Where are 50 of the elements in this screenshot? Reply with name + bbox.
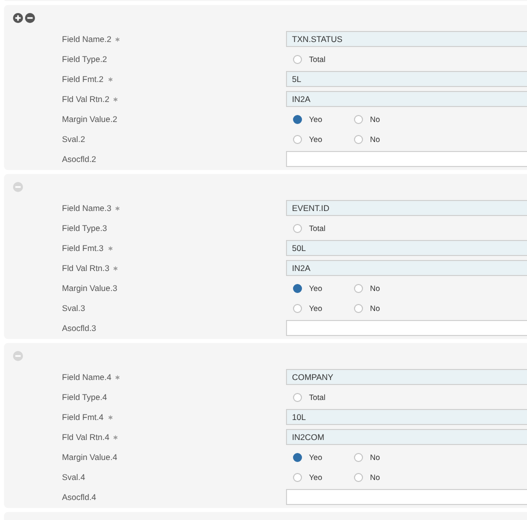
field-label: Field Name.3 (62, 203, 112, 213)
radio-button[interactable] (293, 452, 302, 462)
radio-button[interactable] (293, 304, 302, 312)
field-label: Field Name.2 (62, 34, 112, 44)
field-label: Asocfld.3 (62, 323, 96, 333)
field-label: Asocfld.4 (62, 492, 96, 502)
text-field[interactable]: IN2A (286, 260, 527, 276)
input-field[interactable] (286, 151, 527, 167)
field-label: Sval.3 (62, 303, 86, 313)
field-label: Field Name.4 (62, 372, 112, 382)
text-field[interactable]: 50L (286, 240, 527, 256)
field-label: Margin Value.2 (62, 114, 118, 124)
field-label: Field Fmt.4 (62, 412, 104, 422)
remove-icon[interactable] (25, 13, 35, 23)
field-label: Field Fmt.2 (62, 74, 104, 84)
field-label: Fld Val Rtn.4 (62, 432, 110, 442)
text-field[interactable]: IN2COM (286, 429, 527, 445)
radio-button[interactable] (354, 472, 363, 482)
field-label: Field Type.4 (62, 392, 108, 402)
field-label: Margin Value.4 (62, 452, 118, 462)
radio-button[interactable] (293, 134, 302, 144)
radio-button[interactable] (354, 284, 363, 292)
text-field[interactable]: TXN.STATUS (286, 31, 527, 47)
radio-button[interactable] (293, 224, 302, 232)
text-field[interactable]: COMPANY (286, 369, 527, 385)
radio-button[interactable] (293, 392, 302, 402)
field-label: Sval.2 (62, 134, 86, 144)
field-label: Fld Val Rtn.2 (62, 94, 110, 104)
text-field[interactable]: 5L (286, 71, 527, 87)
input-field[interactable] (286, 320, 527, 336)
field-label: Field Fmt.3 (62, 243, 104, 253)
field-label: Field Type.2 (62, 54, 108, 64)
radio-button[interactable] (293, 54, 302, 64)
field-label: Field Type.3 (62, 223, 108, 233)
radio-button[interactable] (293, 472, 302, 482)
add-icon[interactable] (13, 13, 23, 23)
radio-button[interactable] (354, 304, 363, 312)
field-label: Fld Val Rtn.3 (62, 263, 110, 273)
radio-button[interactable] (293, 114, 302, 124)
radio-button[interactable] (354, 114, 363, 124)
field-label: Margin Value.3 (62, 283, 118, 293)
radio-button[interactable] (293, 284, 302, 292)
text-field[interactable]: 10L (286, 409, 527, 425)
text-field[interactable]: IN2A (286, 91, 527, 107)
radio-button[interactable] (354, 452, 363, 462)
field-label: Sval.4 (62, 472, 86, 482)
input-field[interactable] (286, 489, 527, 505)
field-label: Asocfld.2 (62, 154, 96, 164)
radio-button[interactable] (354, 134, 363, 144)
text-field[interactable]: EVENT.ID (286, 200, 527, 216)
